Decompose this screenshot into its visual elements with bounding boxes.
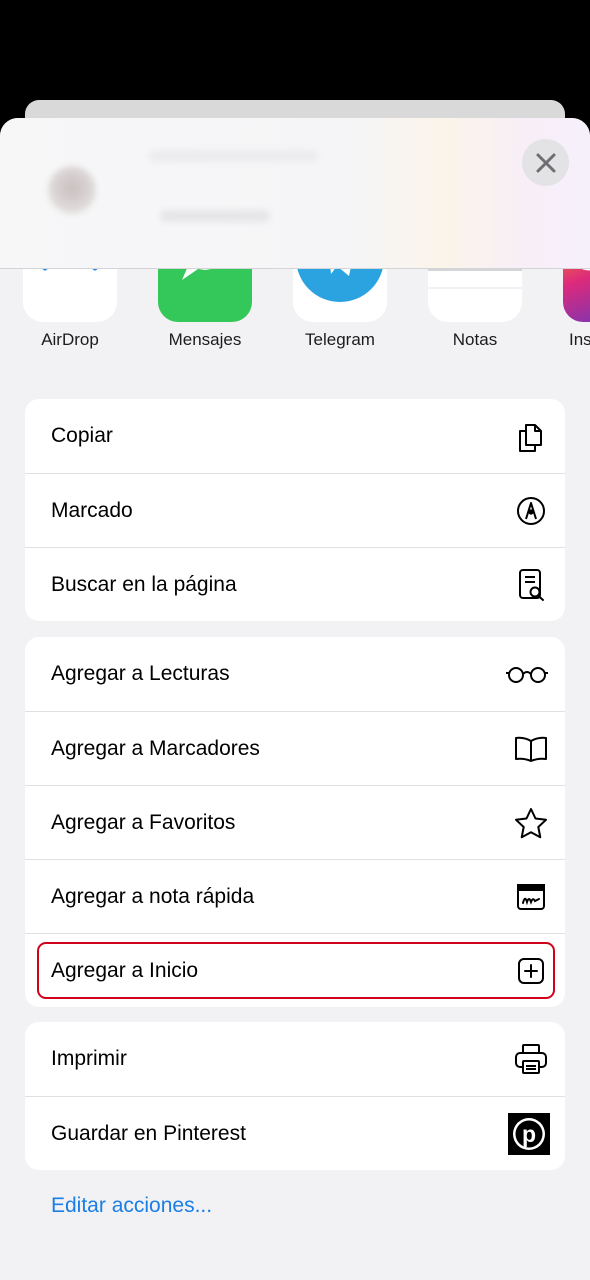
action-agregar-a-inicio[interactable]: Agregar a Inicio — [25, 933, 565, 1007]
close-icon — [536, 153, 555, 172]
add-square-icon — [513, 953, 549, 989]
action-agregar-a-nota-rapida[interactable]: Agregar a nota rápida — [25, 859, 565, 933]
action-marcado[interactable]: Marcado — [25, 473, 565, 547]
action-agregar-a-lecturas[interactable]: Agregar a Lecturas — [25, 637, 565, 711]
action-imprimir[interactable]: Imprimir — [25, 1022, 565, 1096]
svg-text:p: p — [522, 1121, 536, 1147]
action-agregar-a-favoritos[interactable]: Agregar a Favoritos — [25, 785, 565, 859]
page-preview-thumbnail — [48, 166, 96, 214]
close-button[interactable] — [522, 139, 569, 186]
book-icon — [513, 731, 549, 767]
action-agregar-a-marcadores[interactable]: Agregar a Marcadores — [25, 711, 565, 785]
action-guardar-en-pinterest[interactable]: Guardar en Pinterest p — [25, 1096, 565, 1170]
action-buscar-en-la-pagina[interactable]: Buscar en la página — [25, 547, 565, 621]
pinterest-icon: p — [508, 1112, 550, 1155]
share-sheet: AirDrop Mensajes Telegram Notas Ins Copi… — [0, 118, 590, 1280]
actions-group-3: Imprimir Guardar en Pinterest p — [25, 1022, 565, 1170]
action-copiar[interactable]: Copiar — [25, 399, 565, 473]
printer-icon — [513, 1041, 549, 1077]
glasses-icon — [505, 656, 549, 692]
actions-group-1: Copiar Marcado Buscar en la página — [25, 399, 565, 621]
markup-pen-icon — [513, 493, 549, 529]
share-sheet-header — [0, 118, 590, 269]
star-icon — [513, 805, 549, 841]
copy-icon — [513, 418, 549, 454]
page-preview-url — [160, 210, 270, 222]
page-preview-title — [148, 150, 318, 162]
actions-group-2: Agregar a Lecturas Agregar a Marcadores — [25, 637, 565, 1007]
quick-note-icon — [513, 879, 549, 915]
find-in-page-icon — [513, 567, 549, 603]
edit-actions-link[interactable]: Editar acciones... — [51, 1194, 212, 1218]
